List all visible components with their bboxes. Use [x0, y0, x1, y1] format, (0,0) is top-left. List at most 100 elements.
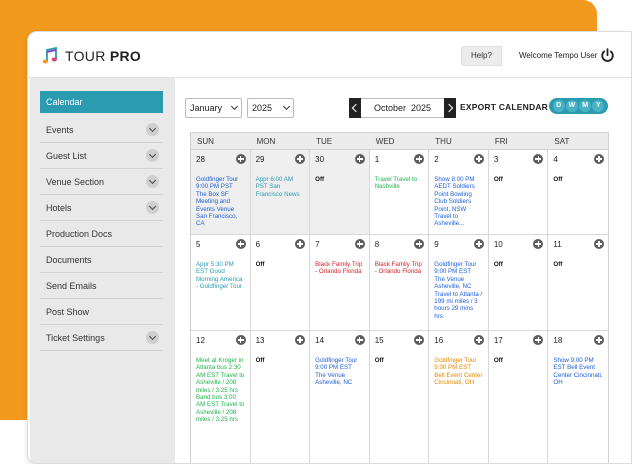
sidebar-item-production-docs[interactable]: Production Docs [40, 221, 163, 247]
off-label: Off [553, 261, 563, 268]
weekday-tue: TUE [316, 137, 333, 146]
day-cell[interactable]: 4 Off [548, 150, 608, 235]
chevron-down-icon[interactable] [146, 201, 159, 214]
day-cell[interactable]: 16 Goldfinger Tour 9:00 PM EST Bell Event… [429, 331, 489, 463]
day-cell[interactable]: 8 Black Family Trip - Orlando Florida [369, 235, 430, 331]
calendar-event[interactable]: Black Family Trip - Orlando Florida [315, 261, 366, 276]
plus-circle-icon[interactable] [354, 335, 365, 345]
calendar-event[interactable]: Show 8:00 PM AEDT Soldiers Point Bowling… [434, 176, 485, 228]
app-window: TOUR PRO Help? Welcome Tempo User Calend… [27, 31, 632, 464]
prev-month-button[interactable] [349, 98, 361, 118]
calendar-event[interactable]: Meet at Kroger in Atlanta bus 2:30 AM ES… [196, 357, 247, 424]
sidebar-item-calendar[interactable]: Calendar [40, 91, 163, 113]
calendar-event[interactable]: Goldfinger Tour 9:00 PM EST Bell Event C… [434, 357, 485, 387]
day-cell[interactable]: 12 Meet at Kroger in Atlanta bus 2:30 AM … [191, 331, 251, 463]
sidebar-item-ticket-settings[interactable]: Ticket Settings [40, 325, 163, 351]
day-cell[interactable]: 3 Off [488, 150, 549, 235]
plus-circle-icon[interactable] [473, 335, 484, 345]
day-cell[interactable]: 10 Off [488, 235, 549, 331]
sidebar-item-venue-section[interactable]: Venue Section [40, 169, 163, 195]
chevron-down-icon[interactable] [146, 331, 159, 344]
plus-circle-icon[interactable] [354, 239, 365, 249]
weekday-thu: THU [435, 137, 452, 146]
sidebar-item-label: Venue Section [46, 176, 105, 187]
plus-circle-icon[interactable] [594, 335, 604, 345]
music-note-icon [41, 46, 61, 66]
off-label: Off [493, 261, 503, 268]
year-select[interactable]: 2025 [247, 98, 294, 118]
month-calendar: SUN MON TUE WED THU FRI SAT 28 Goldfinger Tour … [190, 132, 609, 463]
day-cell[interactable]: 9 Goldfinger Tour 9:00 PM EST The Venue A… [429, 235, 489, 331]
sidebar-item-label: Guest List [46, 150, 87, 161]
off-label: Off [493, 357, 503, 364]
off-label: Off [255, 357, 265, 364]
help-button[interactable]: Help? [461, 46, 502, 66]
chevron-down-icon[interactable] [146, 175, 159, 188]
weekday-header: SUN MON TUE WED THU FRI SAT [191, 133, 608, 150]
calendar-event[interactable]: Goldfinger Tour 9:00 PM EST The Venue As… [315, 357, 366, 387]
next-month-button[interactable] [444, 98, 456, 118]
welcome-text: Welcome Tempo User [519, 51, 598, 60]
calendar-event[interactable]: Black Family Trip - Orlando Florida [375, 261, 426, 276]
day-cell[interactable]: 11 Off [548, 235, 608, 331]
day-cell[interactable]: 17 Off [489, 331, 549, 463]
sidebar-item-label: Calendar [46, 97, 83, 107]
day-cell[interactable]: 5 Appr 5:30 PM EST Good Morning America -… [191, 235, 251, 331]
plus-circle-icon[interactable] [235, 335, 246, 345]
calendar-grid: 28 Goldfinger Tour 9:00 PM PST The Box SF… [191, 150, 608, 463]
year-select-value: 2025 [252, 103, 273, 113]
sidebar-item-post-show[interactable]: Post Show [40, 299, 163, 325]
sidebar-item-label: Documents [46, 254, 92, 265]
plus-circle-icon[interactable] [594, 154, 604, 164]
calendar-event[interactable]: Goldfinger Tour 9:00 PM EST The Venue As… [434, 261, 485, 320]
month-select[interactable]: January [185, 98, 242, 118]
logo[interactable]: TOUR PRO [41, 45, 141, 67]
day-cell[interactable]: 29 Appr 6:00 AM PST San Francisco News [250, 150, 311, 235]
sidebar-item-send-emails[interactable]: Send Emails [40, 273, 163, 299]
plus-circle-icon[interactable] [594, 239, 604, 249]
current-year: 2025 [411, 103, 432, 113]
export-calendar-link[interactable]: EXPORT CALENDAR [460, 102, 548, 112]
calendar-event[interactable]: Travel Travel to Nashville [375, 176, 426, 191]
chevron-down-icon[interactable] [146, 149, 159, 162]
view-button-m[interactable]: M [579, 100, 592, 112]
plus-circle-icon[interactable] [473, 154, 484, 164]
sidebar-item-documents[interactable]: Documents [40, 247, 163, 273]
view-button-d[interactable]: D [552, 100, 565, 112]
sidebar-item-label: Send Emails [46, 280, 97, 291]
plus-circle-icon[interactable] [354, 154, 365, 164]
day-cell[interactable]: 18 Show 9:00 PM EST Bell Event Center Cin… [548, 331, 608, 463]
view-button-y[interactable]: Y [592, 100, 605, 112]
plus-circle-icon[interactable] [235, 154, 246, 164]
month-select-value: January [190, 103, 223, 113]
logo-word-tour: TOUR [65, 48, 106, 64]
day-cell[interactable]: 6 Off [250, 235, 311, 331]
weekday-sun: SUN [197, 137, 214, 146]
day-cell[interactable]: 13 Off [251, 331, 311, 463]
day-cell[interactable]: 7 Black Family Trip - Orlando Florida [310, 235, 370, 331]
power-icon[interactable] [600, 48, 615, 63]
plus-circle-icon[interactable] [473, 239, 484, 249]
view-toggle: DWMY [549, 98, 608, 114]
day-cell[interactable]: 2 Show 8:00 PM AEDT Soldiers Point Bowlin… [429, 150, 489, 235]
calendar-event[interactable]: Appr 6:00 AM PST San Francisco News [256, 176, 307, 198]
day-cell[interactable]: 14 Goldfinger Tour 9:00 PM EST The Venue … [310, 331, 370, 463]
sidebar-item-hotels[interactable]: Hotels [40, 195, 163, 221]
logo-word-pro: PRO [109, 48, 142, 64]
plus-circle-icon[interactable] [235, 239, 246, 249]
view-button-w[interactable]: W [565, 100, 578, 112]
off-label: Off [374, 357, 384, 364]
day-cell[interactable]: 1 Travel Travel to Nashville [369, 150, 430, 235]
chevron-down-icon[interactable] [146, 123, 159, 136]
sidebar-item-label: Ticket Settings [46, 332, 105, 343]
day-cell[interactable]: 28 Goldfinger Tour 9:00 PM PST The Box SF… [191, 150, 251, 235]
day-cell[interactable]: 30 Off [310, 150, 370, 235]
calendar-event[interactable]: Goldfinger Tour 9:00 PM PST The Box SF M… [196, 176, 247, 228]
sidebar-item-label: Hotels [46, 202, 72, 213]
sidebar-item-guest-list[interactable]: Guest List [40, 143, 163, 169]
calendar-event[interactable]: Show 9:00 PM EST Bell Event Center Cinci… [553, 357, 605, 387]
sidebar-item-events[interactable]: Events [40, 117, 163, 143]
calendar-event[interactable]: Appr 5:30 PM EST Good Morning America - … [196, 261, 247, 291]
top-bar: TOUR PRO Help? Welcome Tempo User [28, 32, 631, 78]
day-cell[interactable]: 15 Off [370, 331, 430, 463]
